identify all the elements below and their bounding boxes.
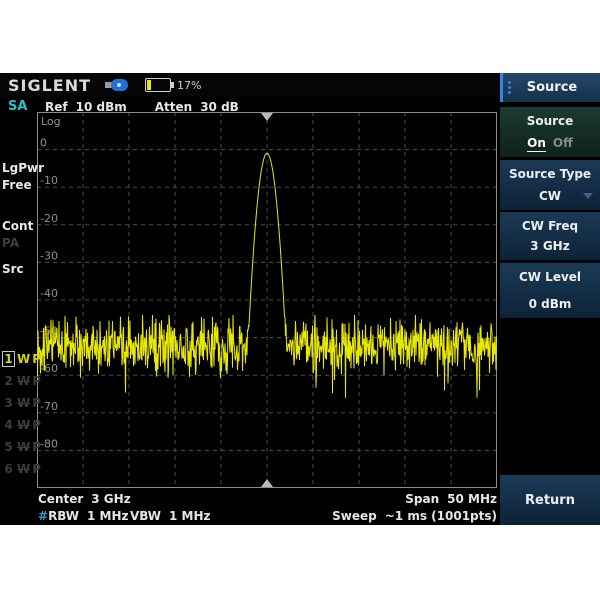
center-freq-marker-top — [261, 113, 273, 121]
scale-label: Log — [41, 115, 61, 128]
span-readout[interactable]: Span50 MHz — [405, 492, 497, 506]
rbw-coupled-hash: # — [38, 509, 48, 523]
source-toggle[interactable]: On Off — [500, 136, 600, 150]
trace-row-1[interactable]: 1WP — [2, 351, 37, 373]
softkey-label: CW Freq — [500, 219, 600, 233]
toggle-on[interactable]: On — [527, 136, 546, 152]
y-axis-label: -20 — [40, 212, 58, 225]
sidebar-label-pa: PA — [2, 236, 19, 250]
trace-status-list: 1WP2WP3WP4WP5WP6WP — [2, 351, 37, 483]
battery-percent: 17% — [177, 79, 201, 92]
softkey-value: 0 dBm — [500, 297, 600, 311]
siglent-logo: SIGLENT — [8, 76, 91, 95]
y-axis-label: -10 — [40, 174, 58, 187]
return-button[interactable]: Return — [500, 475, 600, 525]
y-axis-label: -80 — [40, 437, 58, 450]
softkey-cw-freq[interactable]: CW Freq 3 GHz — [500, 212, 600, 260]
sweep-readout[interactable]: Sweep~1 ms (1001pts) — [332, 509, 497, 523]
y-axis-label: -60 — [40, 362, 58, 375]
dropdown-arrow-icon — [583, 193, 593, 199]
graticule-plot: Log0-10-20-30-40-50-60-70-80 — [37, 112, 497, 488]
center-freq-readout[interactable]: Center3 GHz — [38, 492, 131, 506]
softkey-label: Source — [500, 114, 600, 128]
toggle-off[interactable]: Off — [553, 136, 573, 150]
sidebar-label-lgpwr: LgPwr — [2, 161, 44, 175]
battery-icon — [145, 78, 171, 92]
softkey-menu: Source Source On Off Source Type CW CW Fr… — [500, 73, 600, 525]
sidebar-label-free: Free — [2, 178, 32, 192]
y-axis-label: -40 — [40, 287, 58, 300]
vbw-readout[interactable]: VBW1 MHz — [130, 509, 211, 523]
rbw-readout[interactable]: #RBW1 MHz — [38, 509, 129, 523]
top-bar: SIGLENT 17% — [0, 73, 500, 97]
softkey-source-onoff[interactable]: Source On Off — [500, 107, 600, 157]
softkey-source-type[interactable]: Source Type CW — [500, 160, 600, 210]
spectrum-analyzer-screen: SIGLENT 17% SA Ref10 dBmAtten30 dB Log0-… — [0, 73, 600, 525]
trace-row-6[interactable]: 6WP — [2, 461, 37, 483]
menu-title: Source — [512, 80, 592, 95]
center-freq-marker-bottom — [261, 479, 273, 487]
screenshot-canvas: SIGLENT 17% SA Ref10 dBmAtten30 dB Log0-… — [0, 0, 600, 600]
y-axis-label: -70 — [40, 400, 58, 413]
y-axis-label: 0 — [40, 137, 47, 150]
softkey-label: CW Level — [500, 270, 600, 284]
y-axis-label: -30 — [40, 249, 58, 262]
sidebar-label-cont: Cont — [2, 219, 33, 233]
menu-header[interactable]: Source — [500, 73, 600, 102]
battery-fill — [147, 80, 151, 90]
usb-icon — [105, 79, 129, 91]
trace-row-4[interactable]: 4WP — [2, 417, 37, 439]
softkey-value: 3 GHz — [500, 239, 600, 253]
trace-row-3[interactable]: 3WP — [2, 395, 37, 417]
softkey-cw-level[interactable]: CW Level 0 dBm — [500, 263, 600, 318]
sidebar-label-src: Src — [2, 262, 24, 276]
trace-row-5[interactable]: 5WP — [2, 439, 37, 461]
mode-label: SA — [8, 99, 27, 114]
softkey-label: Source Type — [500, 167, 600, 181]
battery-nub — [171, 82, 174, 88]
trace-row-2[interactable]: 2WP — [2, 373, 37, 395]
